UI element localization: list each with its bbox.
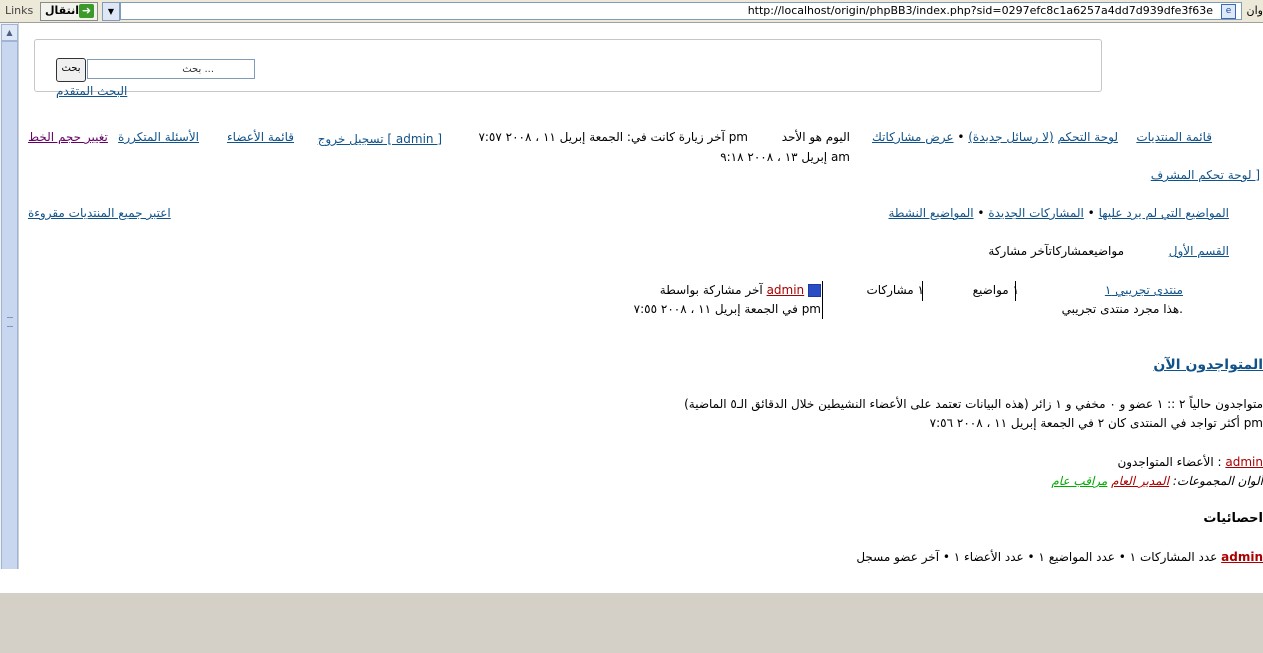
search-input[interactable]: بحث ... (87, 59, 255, 79)
active-topics-link[interactable]: المواضيع النشطة (889, 206, 974, 220)
mark-read-link[interactable]: اعتبر جميع المنتديات مقروءة (28, 206, 171, 220)
quicklinks-bullet-2: • (977, 206, 985, 220)
control-panel-link[interactable]: لوحة التحكم (1058, 130, 1119, 144)
forum-list-link[interactable]: قائمة المنتديات (1136, 130, 1212, 144)
today-line1: اليوم هو الأحد (781, 130, 850, 144)
group-mod-link[interactable]: مراقب عام (1051, 474, 1107, 488)
address-input[interactable]: http://localhost/origin/phpBB3/index.php… (120, 2, 1242, 20)
page-content: بحث بحث ... البحث المتقدم قائمة المنتديا… (19, 23, 1263, 593)
search-box: بحث بحث ... البحث المتقدم (34, 39, 1102, 98)
forum-last-post: آخر مشاركة بواسطة admin (660, 283, 821, 297)
forum-topics: ١ مواضيع (972, 283, 1019, 297)
logout-link[interactable]: تسجيل خروج [ admin ] (318, 132, 442, 146)
stats-heading: احصائيات (1203, 511, 1263, 526)
stats-line: عدد المشاركات ١ • عدد المواضيع ١ • عدد ا… (856, 550, 1263, 564)
online-heading[interactable]: المتواجدون الآن (1153, 357, 1263, 373)
group-admin-link[interactable]: المدير العام (1111, 474, 1169, 488)
quicklinks: المواضيع التي لم يرد عليها • المشاركات ا… (889, 206, 1230, 220)
column-divider (822, 281, 823, 319)
online-line2: أكثر تواجد في المنتدى كان ٢ في الجمعة إب… (929, 416, 1263, 430)
links-label[interactable]: Links (5, 4, 33, 17)
new-messages-link[interactable]: (لا رسائل جديدة) (968, 130, 1053, 144)
forum-description: هذا مجرد منتدى تجريبي. (1061, 302, 1183, 316)
quicklinks-bullet-1: • (1087, 206, 1095, 220)
last-visit: آخر زيارة كانت في: الجمعة إبريل ١١ ، ٢٠٠… (478, 130, 748, 144)
view-latest-post-icon[interactable] (808, 284, 821, 297)
faq-link[interactable]: الأسئلة المتكررة (118, 130, 199, 144)
page-bottom-fragment (0, 569, 32, 593)
scroll-grip-icon (7, 317, 13, 327)
url-text: http://localhost/origin/phpBB3/index.php… (747, 4, 1213, 17)
page-icon: e (1221, 4, 1236, 19)
online-member-link[interactable]: admin (1225, 455, 1263, 469)
mod-panel-link[interactable]: لوحة تحكم المشرف ] (1151, 168, 1260, 182)
nav-bullet: • (957, 130, 965, 144)
advanced-search-link[interactable]: البحث المتقدم (56, 84, 127, 98)
go-button[interactable]: انتقال ➜ (40, 2, 98, 21)
newest-user-link[interactable]: admin (1221, 550, 1263, 564)
last-post-user-link[interactable]: admin (767, 283, 805, 297)
status-strip (32, 593, 1263, 653)
members-link[interactable]: قائمة الأعضاء (227, 130, 294, 144)
forum-name-link[interactable]: منتدى تجريبي ١ (1105, 283, 1183, 297)
online-line1: متواجدون حالياً ٢ :: ١ عضو و ٠ مخفي و ١ … (684, 397, 1263, 411)
last-post-prefix: آخر مشاركة بواسطة (659, 283, 763, 297)
forum-table-header: مواضيعمشاركاتآخر مشاركة (988, 244, 1124, 258)
view-posts-link[interactable]: عرض مشاركاتك (872, 130, 954, 144)
category-link[interactable]: القسم الأول (1169, 244, 1229, 258)
nav-control-area: لوحة التحكم (لا رسائل جديدة) • عرض مشارك… (872, 130, 1118, 144)
today-line2: إبريل ١٣ ، ٢٠٠٨ ٩:١٨ am (720, 150, 850, 164)
address-dropdown-icon[interactable]: ▼ (102, 2, 120, 21)
forum-posts: ١ مشاركات (866, 283, 924, 297)
last-post-date: في الجمعة إبريل ١١ ، ٢٠٠٨ ٧:٥٥ pm (633, 302, 821, 316)
online-members-label: الأعضاء المتواجدون : (1117, 455, 1222, 469)
address-bar: Links انتقال ➜ ▼ http://localhost/origin… (0, 0, 1263, 23)
title-fragment: وان (1246, 4, 1263, 17)
scroll-thumb[interactable] (1, 41, 18, 593)
new-posts-link[interactable]: المشاركات الجديدة (988, 206, 1084, 220)
vertical-scrollbar[interactable]: ▲ (0, 23, 19, 593)
search-button[interactable]: بحث (56, 58, 86, 82)
group-legend-label: ألوان المجموعات: (1172, 474, 1263, 488)
font-size-link[interactable]: تغيير حجم الخط (28, 130, 108, 144)
scroll-up-icon[interactable]: ▲ (1, 24, 18, 41)
stats-text: عدد المشاركات ١ • عدد المواضيع ١ • عدد ا… (856, 550, 1218, 564)
online-members: الأعضاء المتواجدون : admin (1117, 455, 1263, 469)
go-label: انتقال (45, 4, 79, 17)
group-legend: ألوان المجموعات: المدير العام مراقب عام (1051, 474, 1263, 488)
unanswered-link[interactable]: المواضيع التي لم يرد عليها (1099, 206, 1229, 220)
go-arrow-icon: ➜ (79, 4, 94, 18)
